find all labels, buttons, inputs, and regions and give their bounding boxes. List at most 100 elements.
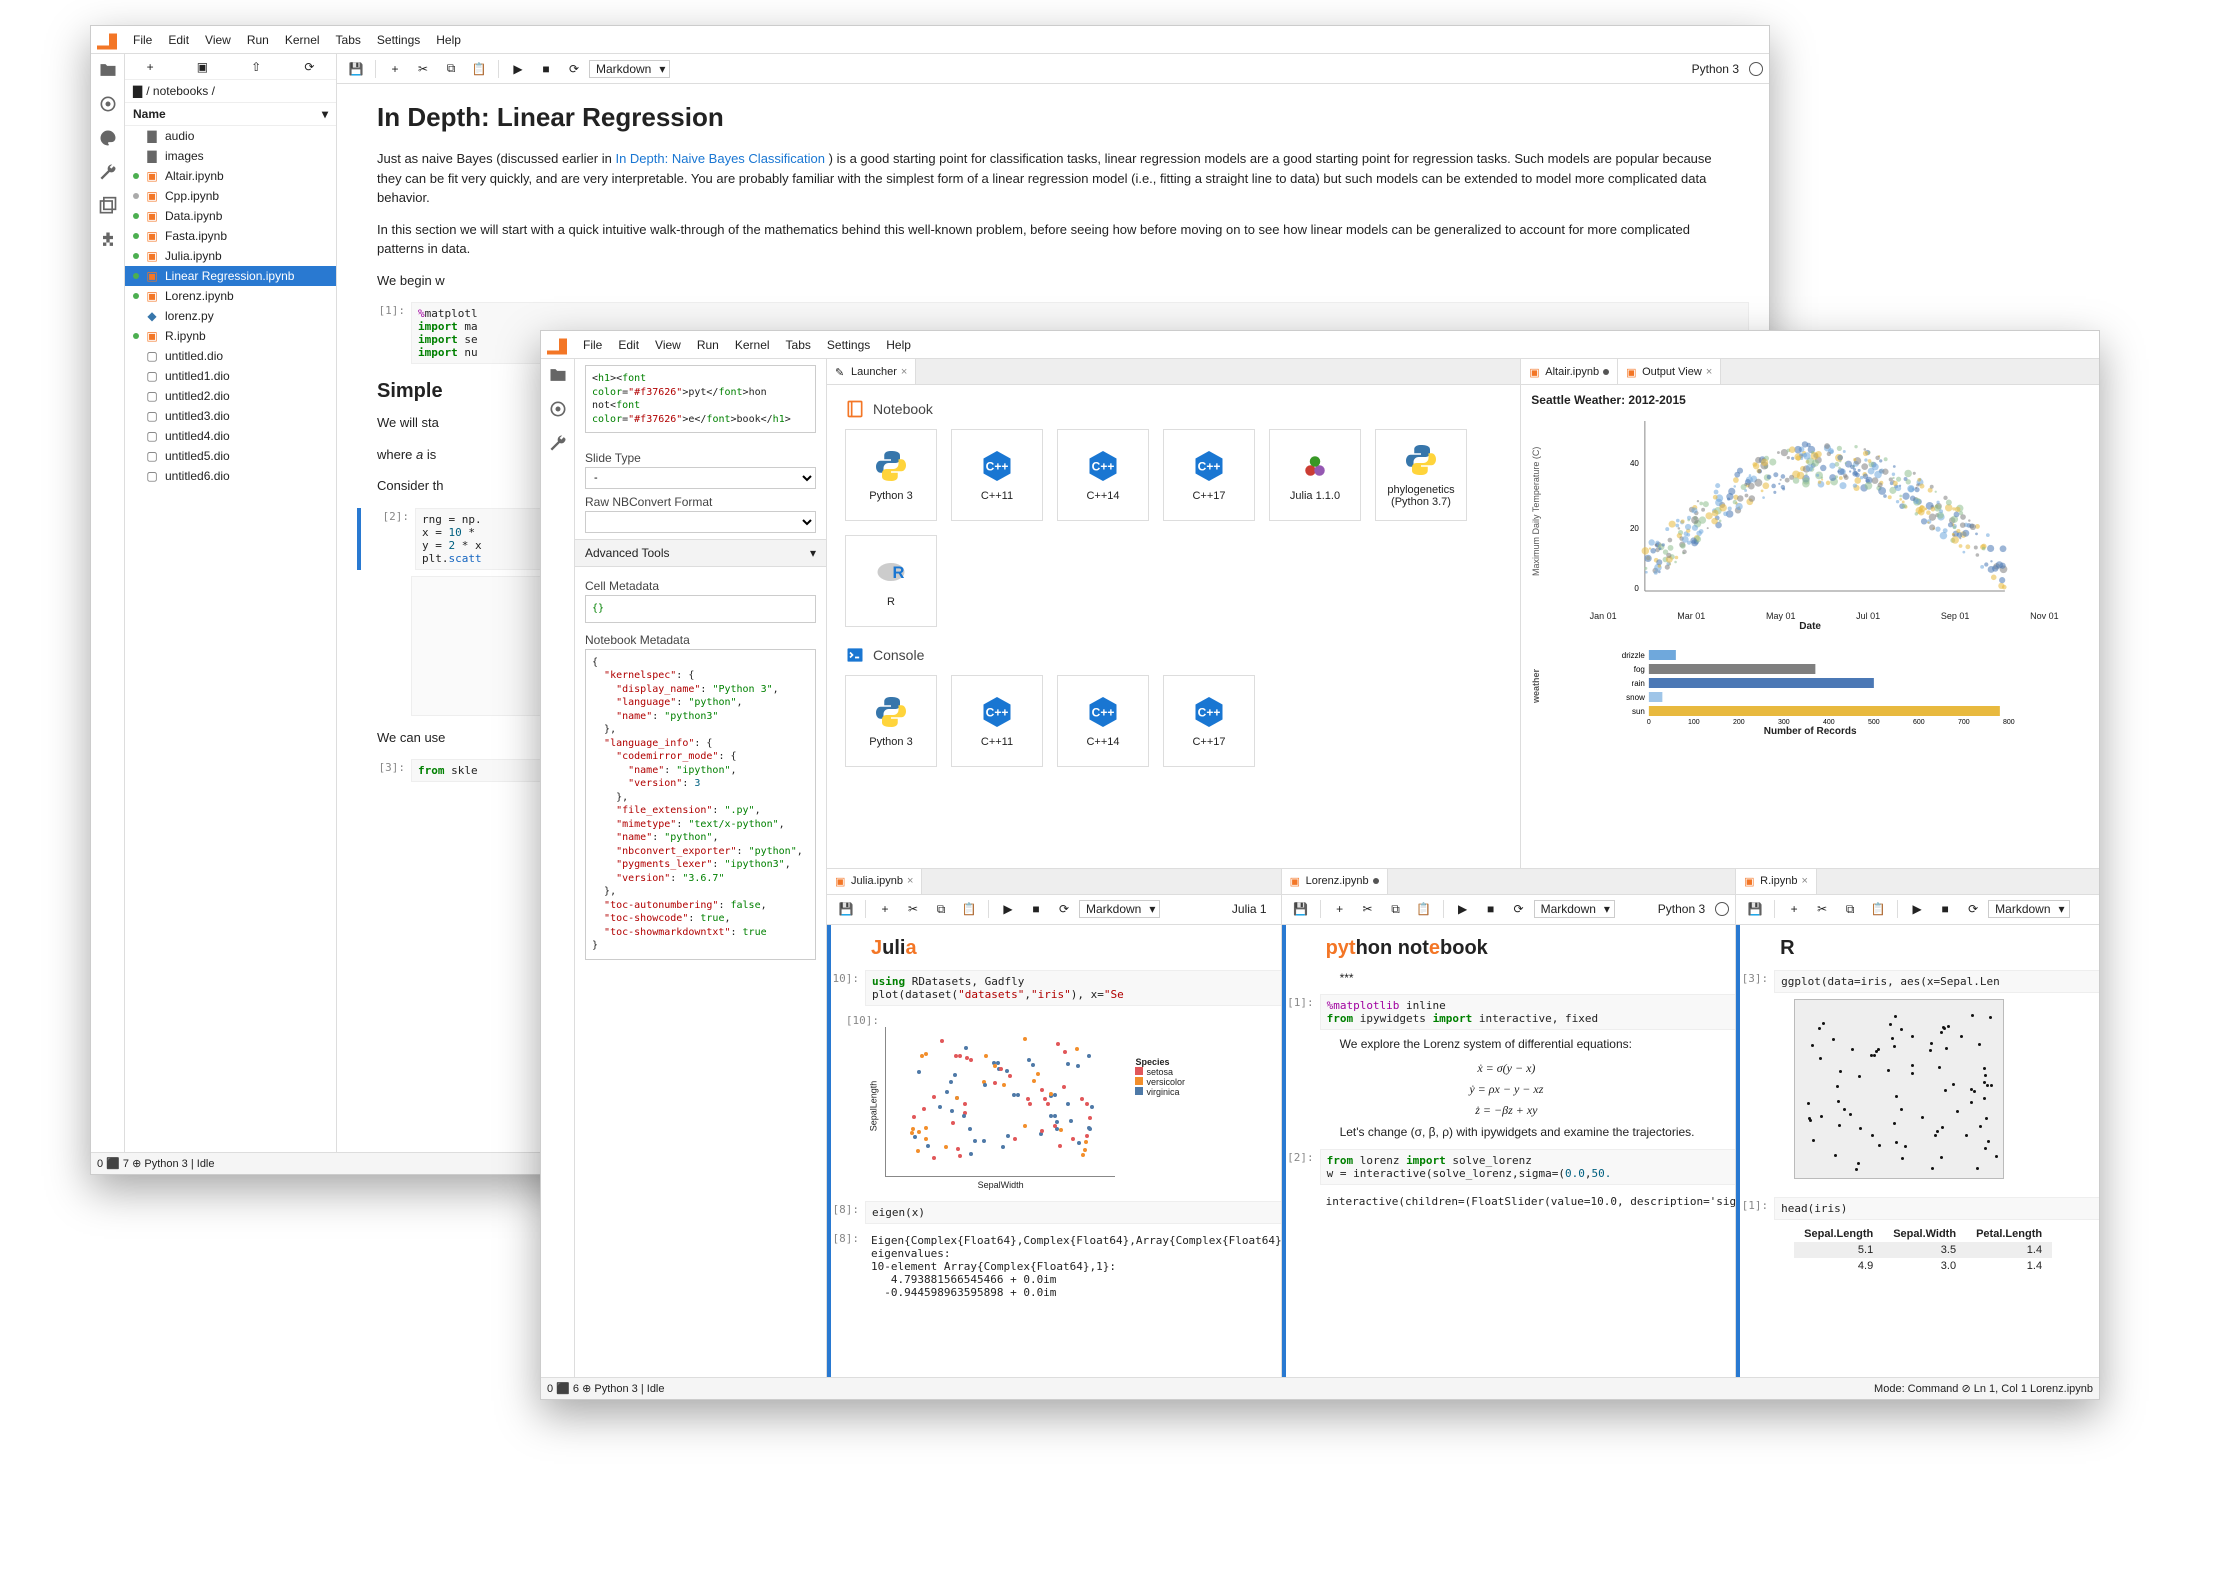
cell-input[interactable]: %matplotlib inline from ipywidgets impor… xyxy=(1320,994,1736,1030)
naive-bayes-link[interactable]: In Depth: Naive Bayes Classification xyxy=(615,151,825,166)
cell-type-select[interactable]: Markdown ▾ xyxy=(1534,900,1615,918)
file-item[interactable]: ▢untitled2.dio xyxy=(125,386,336,406)
restart-button[interactable]: ⟳ xyxy=(1051,898,1077,920)
slide-type-select[interactable]: - xyxy=(585,467,816,489)
file-item[interactable]: ▣Altair.ipynb xyxy=(125,166,336,186)
launcher-card[interactable]: C++C++14 xyxy=(1057,429,1149,521)
extension-icon[interactable] xyxy=(98,230,118,250)
folder-icon[interactable] xyxy=(98,60,118,80)
menu-settings[interactable]: Settings xyxy=(369,29,428,51)
cell-input[interactable]: ggplot(data=iris, aes(x=Sepal.Len xyxy=(1774,970,2099,993)
file-item[interactable]: ▢untitled6.dio xyxy=(125,466,336,486)
menu-tabs[interactable]: Tabs xyxy=(328,29,369,51)
file-item[interactable]: ▢untitled5.dio xyxy=(125,446,336,466)
menu-run[interactable]: Run xyxy=(689,334,727,356)
insert-cell-button[interactable]: + xyxy=(382,58,408,80)
menu-tabs[interactable]: Tabs xyxy=(778,334,819,356)
cut-button[interactable]: ✂ xyxy=(1809,898,1835,920)
tab-r[interactable]: ▣ R.ipynb × xyxy=(1736,869,1817,894)
copy-button[interactable]: ⧉ xyxy=(928,898,954,920)
copy-button[interactable]: ⧉ xyxy=(438,58,464,80)
notebook-metadata-box[interactable]: { "kernelspec": { "display_name": "Pytho… xyxy=(585,649,816,960)
cell-metadata-box[interactable]: {} xyxy=(585,595,816,623)
cell-type-select[interactable]: Markdown ▾ xyxy=(589,60,670,78)
tab-altair[interactable]: ▣ Altair.ipynb xyxy=(1521,359,1618,384)
menu-help[interactable]: Help xyxy=(878,334,919,356)
tab-output-view[interactable]: ▣ Output View × xyxy=(1618,359,1721,384)
running-icon[interactable] xyxy=(548,399,568,419)
launcher-card[interactable]: Python 3 xyxy=(845,675,937,767)
running-icon[interactable] xyxy=(98,94,118,114)
julia-notebook[interactable]: Julia [10]: using RDatasets, Gadfly plot… xyxy=(827,925,1281,1378)
cut-button[interactable]: ✂ xyxy=(1355,898,1381,920)
copy-button[interactable]: ⧉ xyxy=(1383,898,1409,920)
save-button[interactable]: 💾 xyxy=(343,58,369,80)
menu-settings[interactable]: Settings xyxy=(819,334,878,356)
file-item[interactable]: ▢untitled1.dio xyxy=(125,366,336,386)
close-icon[interactable]: × xyxy=(1706,366,1712,378)
nbconvert-select[interactable] xyxy=(585,511,816,533)
file-item[interactable]: ▢untitled.dio xyxy=(125,346,336,366)
file-item[interactable]: ▇images xyxy=(125,146,336,166)
file-item[interactable]: ▣Julia.ipynb xyxy=(125,246,336,266)
file-item[interactable]: ▇audio xyxy=(125,126,336,146)
menu-help[interactable]: Help xyxy=(428,29,469,51)
insert-cell-button[interactable]: + xyxy=(1327,898,1353,920)
stop-button[interactable]: ■ xyxy=(1932,898,1958,920)
breadcrumbs[interactable]: ▇ / notebooks / xyxy=(125,80,336,103)
menu-view[interactable]: View xyxy=(647,334,689,356)
file-item[interactable]: ▢untitled3.dio xyxy=(125,406,336,426)
launcher-card[interactable]: C++C++11 xyxy=(951,675,1043,767)
launcher-card[interactable]: Python 3 xyxy=(845,429,937,521)
folder-icon[interactable] xyxy=(548,365,568,385)
cell-input[interactable]: eigen(x) xyxy=(865,1201,1281,1224)
wrench-icon[interactable] xyxy=(98,162,118,182)
launcher-card[interactable]: C++C++17 xyxy=(1163,429,1255,521)
launcher-card[interactable]: phylogenetics (Python 3.7) xyxy=(1375,429,1467,521)
launcher-card[interactable]: C++C++11 xyxy=(951,429,1043,521)
tab-launcher[interactable]: ✎ Launcher × xyxy=(827,359,916,384)
paste-button[interactable]: 📋 xyxy=(466,58,492,80)
file-item[interactable]: ▣Lorenz.ipynb xyxy=(125,286,336,306)
close-icon[interactable]: × xyxy=(901,366,907,378)
upload-button[interactable]: ⇧ xyxy=(251,60,261,74)
refresh-button[interactable]: ⟳ xyxy=(304,60,314,74)
new-launcher-button[interactable]: + xyxy=(147,60,154,74)
file-item[interactable]: ▢untitled4.dio xyxy=(125,426,336,446)
copy-button[interactable]: ⧉ xyxy=(1837,898,1863,920)
file-list-header[interactable]: Name ▾ xyxy=(125,103,336,126)
file-item[interactable]: ▣Fasta.ipynb xyxy=(125,226,336,246)
lorenz-notebook[interactable]: python notebook *** [1]: %matplotlib inl… xyxy=(1282,925,1736,1378)
save-button[interactable]: 💾 xyxy=(833,898,859,920)
run-button[interactable]: ▶ xyxy=(995,898,1021,920)
launcher-card[interactable]: Julia 1.1.0 xyxy=(1269,429,1361,521)
file-item[interactable]: ▣R.ipynb xyxy=(125,326,336,346)
save-button[interactable]: 💾 xyxy=(1288,898,1314,920)
run-button[interactable]: ▶ xyxy=(1904,898,1930,920)
cell-type-select[interactable]: Markdown ▾ xyxy=(1988,900,2069,918)
menu-kernel[interactable]: Kernel xyxy=(727,334,778,356)
menu-kernel[interactable]: Kernel xyxy=(277,29,328,51)
insert-cell-button[interactable]: + xyxy=(872,898,898,920)
kernel-name[interactable]: Python 3 xyxy=(1658,902,1705,916)
restart-button[interactable]: ⟳ xyxy=(1960,898,1986,920)
tab-julia[interactable]: ▣ Julia.ipynb × xyxy=(827,869,922,894)
menu-file[interactable]: File xyxy=(125,29,160,51)
close-icon[interactable]: × xyxy=(1801,875,1807,887)
r-notebook[interactable]: R [3]: ggplot(data=iris, aes(x=Sepal.Len… xyxy=(1736,925,2099,1378)
restart-button[interactable]: ⟳ xyxy=(1506,898,1532,920)
launcher-card[interactable]: C++C++14 xyxy=(1057,675,1149,767)
file-item[interactable]: ▣Data.ipynb xyxy=(125,206,336,226)
menu-edit[interactable]: Edit xyxy=(610,334,647,356)
tabs-icon[interactable] xyxy=(98,196,118,216)
menu-file[interactable]: File xyxy=(575,334,610,356)
run-button[interactable]: ▶ xyxy=(1450,898,1476,920)
restart-button[interactable]: ⟳ xyxy=(561,58,587,80)
file-item[interactable]: ◆lorenz.py xyxy=(125,306,336,326)
paste-button[interactable]: 📋 xyxy=(956,898,982,920)
file-item[interactable]: ▣Cpp.ipynb xyxy=(125,186,336,206)
launcher-card[interactable]: C++C++17 xyxy=(1163,675,1255,767)
cell-input[interactable]: from lorenz import solve_lorenz w = inte… xyxy=(1320,1149,1736,1185)
advanced-tools-header[interactable]: Advanced Tools xyxy=(585,546,670,560)
launcher-card[interactable]: RR xyxy=(845,535,937,627)
